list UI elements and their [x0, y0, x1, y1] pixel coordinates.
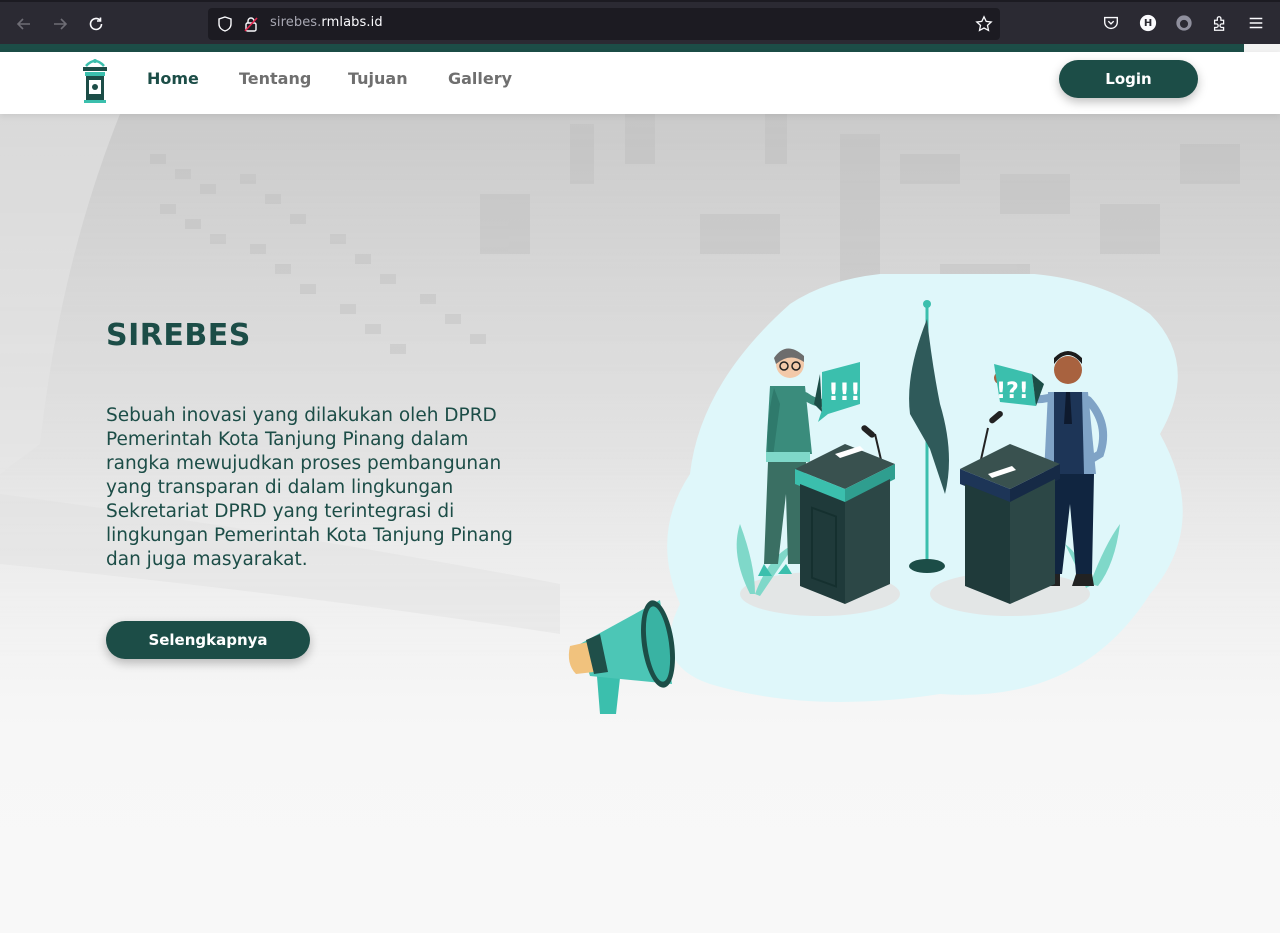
hero-title: SIREBES [106, 318, 251, 353]
extensions-button[interactable] [1210, 13, 1230, 33]
selengkapnya-button[interactable]: Selengkapnya [106, 621, 310, 659]
back-button[interactable] [12, 12, 36, 36]
reload-button[interactable] [84, 12, 108, 36]
pocket-button[interactable] [1101, 13, 1121, 33]
podium-logo-icon[interactable] [80, 56, 110, 104]
header-accent-gap [1244, 44, 1280, 52]
nav-link-tentang[interactable]: Tentang [239, 69, 311, 88]
menu-button[interactable] [1246, 13, 1266, 33]
url-text: sirebes.rmlabs.id [270, 15, 383, 30]
nav-link-home[interactable]: Home [147, 69, 199, 88]
bubble-right-text: !?! [996, 379, 1029, 404]
nav-link-gallery[interactable]: Gallery [448, 69, 512, 88]
url-subdomain: sirebes. [270, 15, 322, 30]
hero-section: SIREBES Sebuah inovasi yang dilakukan ol… [0, 114, 1280, 933]
url-domain: rmlabs.id [321, 15, 383, 30]
nav-link-tujuan[interactable]: Tujuan [348, 69, 408, 88]
insecure-lock-icon[interactable] [242, 15, 260, 33]
login-button[interactable]: Login [1059, 60, 1198, 98]
arrow-right-icon [54, 18, 68, 30]
megaphone-icon [568, 600, 675, 714]
hero-description: Sebuah inovasi yang dilakukan oleh DPRD … [106, 405, 513, 570]
account-button[interactable] [1174, 13, 1194, 33]
debate-illustration: !!! !?! [568, 274, 1183, 714]
forward-button[interactable] [48, 12, 72, 36]
site-navbar: Home Tentang Tujuan Gallery Login [0, 52, 1280, 114]
address-bar[interactable]: sirebes.rmlabs.id [208, 8, 1000, 40]
arrow-left-icon [16, 18, 30, 30]
browser-toolbar: sirebes.rmlabs.id H [0, 0, 1280, 44]
account-icon [1176, 15, 1192, 31]
pocket-icon [1104, 16, 1118, 30]
puzzle-icon [1213, 16, 1225, 31]
shield-icon[interactable] [216, 15, 234, 33]
hamburger-icon [1249, 17, 1263, 29]
star-icon[interactable] [975, 15, 993, 33]
profile-initial: H [1143, 17, 1153, 29]
bubble-left-text: !!! [828, 378, 861, 406]
profile-button[interactable]: H [1138, 13, 1158, 33]
reload-icon [89, 17, 103, 31]
header-accent-bar [0, 44, 1244, 52]
